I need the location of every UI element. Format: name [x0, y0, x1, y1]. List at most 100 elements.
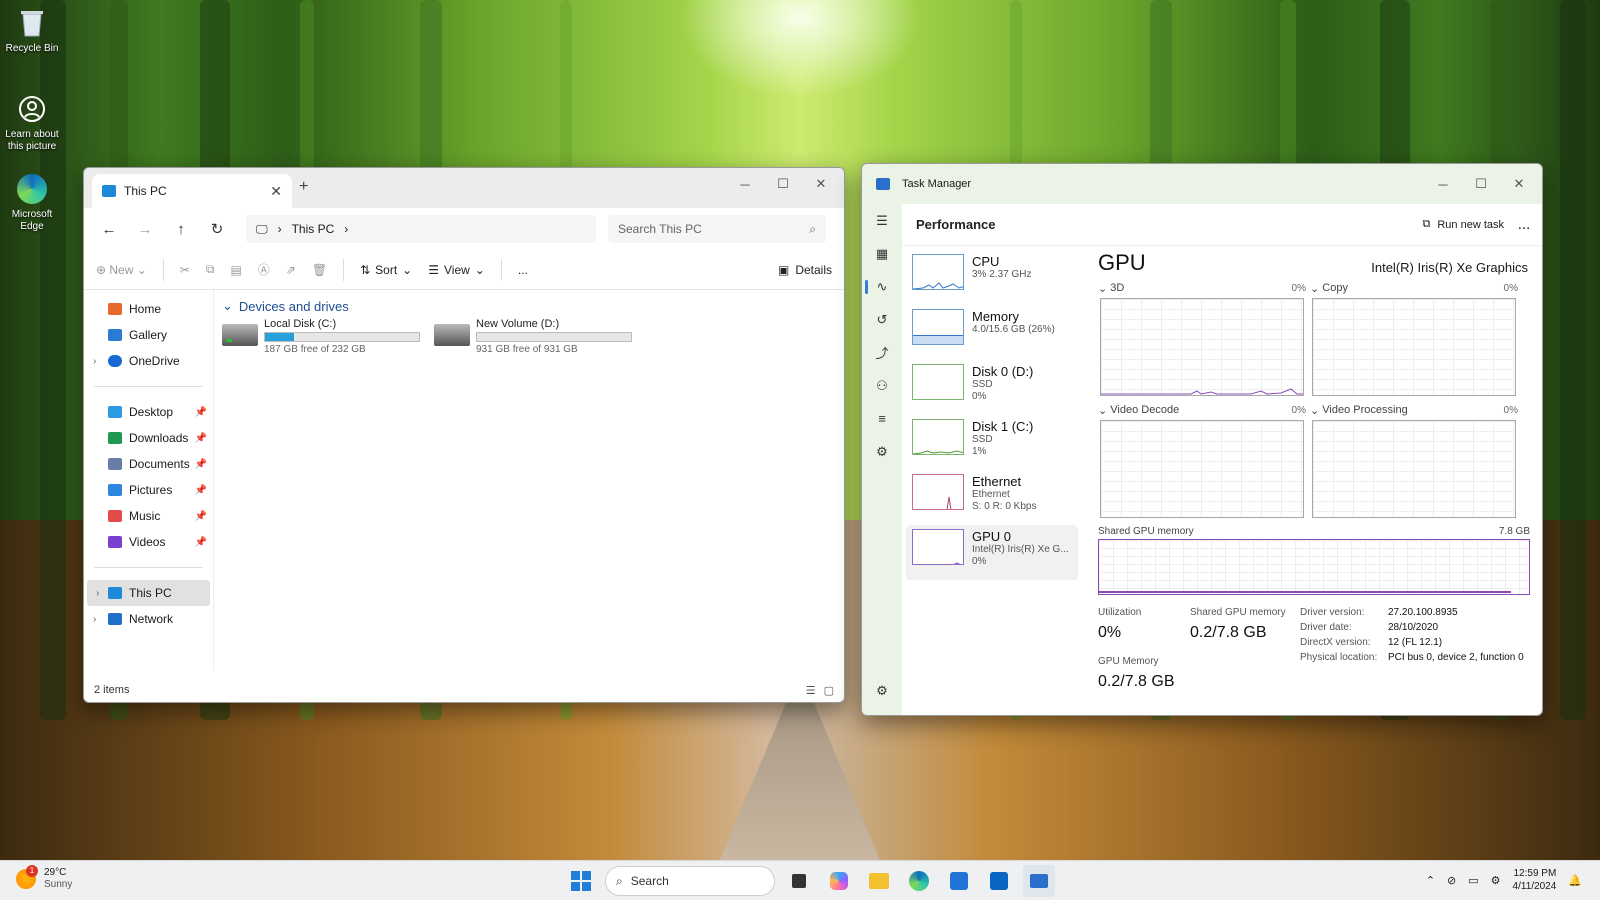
- minimize-button[interactable]: ─: [726, 168, 764, 200]
- edge-button[interactable]: [903, 865, 935, 897]
- run-task-label: Run new task: [1437, 218, 1504, 231]
- close-button[interactable]: ✕: [1500, 168, 1538, 200]
- engine-selector[interactable]: ⌄ Video Processing 0%: [1310, 402, 1518, 418]
- shared-memory-max: 7.8 GB: [1498, 526, 1530, 537]
- gpu-properties: Driver version: 27.20.100.8935 Driver dat…: [1300, 607, 1524, 691]
- paste-icon[interactable]: ▤: [230, 263, 241, 277]
- device-item-memory[interactable]: Memory 4.0/15.6 GB (26%): [906, 305, 1078, 360]
- sun-icon: 1: [16, 865, 38, 889]
- delete-icon[interactable]: 🗑: [312, 263, 327, 277]
- app-history-icon[interactable]: ↺: [862, 303, 902, 336]
- chevron-right-icon[interactable]: ›: [96, 588, 99, 599]
- copilot-icon: [830, 872, 848, 890]
- clock[interactable]: 12:59 PM 4/11/2024: [1513, 867, 1557, 893]
- sidebar-item-onedrive[interactable]: › OneDrive: [84, 348, 213, 374]
- sidebar-item-desktop[interactable]: Desktop 📌: [84, 399, 213, 425]
- close-tab-icon[interactable]: ✕: [270, 183, 282, 200]
- performance-icon[interactable]: ∿: [862, 270, 902, 303]
- desktop-icon-recycle-bin[interactable]: Recycle Bin: [2, 6, 62, 55]
- device-item-cpu[interactable]: CPU 3% 2.37 GHz: [906, 250, 1078, 305]
- file-explorer-button[interactable]: [863, 865, 895, 897]
- device-item-disk-0[interactable]: Disk 0 (D:) SSD 0%: [906, 360, 1078, 415]
- minimize-button[interactable]: ─: [1424, 168, 1462, 200]
- task-manager-button[interactable]: [1023, 865, 1055, 897]
- chevron-right-icon[interactable]: ›: [93, 614, 96, 625]
- network-icon[interactable]: ⊘: [1447, 874, 1456, 887]
- group-header[interactable]: ⌄ Devices and drives: [222, 298, 836, 314]
- maximize-button[interactable]: ☐: [1462, 168, 1500, 200]
- new-tab-button[interactable]: +: [299, 178, 308, 196]
- details-view-icon[interactable]: ☰: [806, 684, 816, 697]
- sidebar-item-gallery[interactable]: Gallery: [84, 322, 213, 348]
- sidebar-item-music[interactable]: Music 📌: [84, 503, 213, 529]
- more-options-button[interactable]: ...: [518, 263, 528, 277]
- copilot-button[interactable]: [823, 865, 855, 897]
- taskbar-search[interactable]: ⌕ Search: [605, 866, 775, 896]
- more-options-button[interactable]: ...: [1504, 216, 1542, 233]
- new-button[interactable]: ⊕ New ⌄: [96, 263, 147, 277]
- users-icon[interactable]: ⚇: [862, 369, 902, 402]
- up-button[interactable]: ↑: [166, 215, 196, 243]
- tiles-view-icon[interactable]: ▢: [824, 684, 834, 697]
- drive-item[interactable]: New Volume (D:) 931 GB free of 931 GB: [434, 318, 634, 355]
- shared-gpu-memory-stat: Shared GPU memory 0.2/7.8 GB: [1190, 607, 1290, 691]
- services-icon[interactable]: ⚙: [862, 435, 902, 468]
- device-sub: 3% 2.37 GHz: [972, 269, 1032, 280]
- back-button[interactable]: ←: [94, 215, 124, 243]
- desktop-icon-learn-picture[interactable]: Learn about this picture: [2, 92, 62, 153]
- maximize-button[interactable]: ☐: [764, 168, 802, 200]
- sidebar-item-network[interactable]: › Network: [84, 606, 213, 632]
- drive-item[interactable]: Local Disk (C:) 187 GB free of 232 GB: [222, 318, 422, 355]
- chevron-up-icon[interactable]: ⌃: [1426, 874, 1435, 887]
- processes-icon[interactable]: ▦: [862, 237, 902, 270]
- gpu-sparkline: [912, 529, 964, 565]
- close-button[interactable]: ✕: [802, 168, 840, 200]
- settings-gear-icon[interactable]: ⚙: [862, 674, 902, 707]
- drive-name: Local Disk (C:): [264, 318, 337, 330]
- device-item-gpu-0[interactable]: GPU 0 Intel(R) Iris(R) Xe G... 0%: [906, 525, 1078, 580]
- startup-apps-icon[interactable]: ⤴: [862, 336, 902, 369]
- start-button[interactable]: [565, 865, 597, 897]
- task-view-button[interactable]: [783, 865, 815, 897]
- display-icon[interactable]: ▭: [1468, 874, 1478, 887]
- details-pane-button[interactable]: ▣ Details: [778, 263, 832, 277]
- sidebar-item-this-pc[interactable]: › This PC: [87, 580, 210, 606]
- engine-selector[interactable]: ⌄ Copy 0%: [1310, 280, 1518, 296]
- store-button[interactable]: [943, 865, 975, 897]
- device-sub: Intel(R) Iris(R) Xe G...: [972, 544, 1069, 555]
- weather-widget[interactable]: 1 29°C Sunny: [16, 865, 72, 891]
- engine-selector[interactable]: ⌄ Video Decode 0%: [1098, 402, 1306, 418]
- refresh-button[interactable]: ↻: [202, 215, 232, 243]
- address-bar[interactable]: 🖵 › This PC ›: [246, 215, 596, 243]
- sidebar-item-pictures[interactable]: Pictures 📌: [84, 477, 213, 503]
- search-input[interactable]: Search This PC ⌕: [608, 215, 826, 243]
- share-icon[interactable]: ⇗: [286, 263, 296, 277]
- copy-icon[interactable]: ⧉: [206, 262, 215, 277]
- gpu-model: Intel(R) Iris(R) Xe Graphics: [1371, 260, 1528, 275]
- chevron-right-icon[interactable]: ›: [344, 222, 348, 236]
- sort-button[interactable]: ⇅ Sort ⌄: [360, 263, 412, 277]
- explorer-tab[interactable]: This PC ✕: [92, 174, 292, 208]
- hamburger-menu-icon[interactable]: ☰: [862, 204, 902, 237]
- run-new-task-button[interactable]: ⧉ Run new task: [1422, 218, 1504, 231]
- rename-icon[interactable]: Ⓐ: [258, 261, 270, 278]
- settings-icon[interactable]: ⚙: [1491, 874, 1501, 887]
- sidebar-item-downloads[interactable]: Downloads 📌: [84, 425, 213, 451]
- sidebar-item-documents[interactable]: Documents 📌: [84, 451, 213, 477]
- engine-selector[interactable]: ⌄ 3D 0%: [1098, 280, 1306, 296]
- sidebar-item-videos[interactable]: Videos 📌: [84, 529, 213, 555]
- breadcrumb[interactable]: This PC: [292, 222, 335, 236]
- details-list-icon[interactable]: ≡: [862, 402, 902, 435]
- item-count: 2 items: [94, 684, 130, 696]
- chevron-right-icon[interactable]: ›: [93, 356, 96, 367]
- forward-button[interactable]: →: [130, 215, 160, 243]
- view-button[interactable]: ☰ View ⌄: [428, 263, 485, 277]
- sidebar-item-home[interactable]: Home: [84, 296, 213, 322]
- windows-logo-icon: [571, 871, 591, 891]
- desktop-icon-edge[interactable]: Microsoft Edge: [2, 172, 62, 233]
- outlook-button[interactable]: [983, 865, 1015, 897]
- device-item-ethernet[interactable]: Ethernet Ethernet S: 0 R: 0 Kbps: [906, 470, 1078, 525]
- notification-bell-icon[interactable]: 🔔: [1568, 874, 1582, 887]
- device-item-disk-1[interactable]: Disk 1 (C:) SSD 1%: [906, 415, 1078, 470]
- cut-icon[interactable]: ✂: [180, 263, 190, 277]
